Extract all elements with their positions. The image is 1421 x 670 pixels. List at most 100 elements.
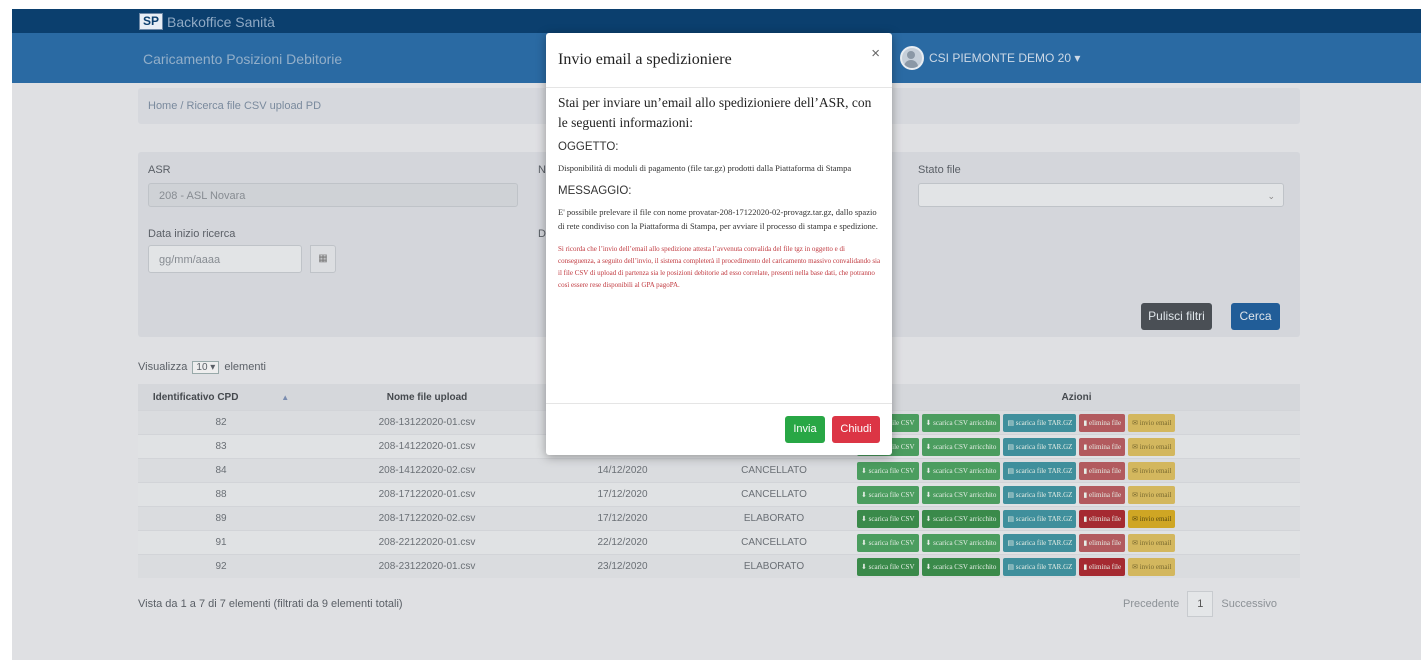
- download-csv-button[interactable]: ⬇ scarica file CSV: [857, 557, 919, 576]
- download-tar-button[interactable]: ▤ scarica file TAR.GZ: [1003, 557, 1077, 576]
- invia-button[interactable]: Invia: [785, 416, 825, 443]
- download-icon: ⬇: [925, 466, 934, 475]
- send-email-button[interactable]: ✉ invio email: [1128, 557, 1176, 576]
- asr-select[interactable]: 208 - ASL Novara: [148, 183, 518, 207]
- delete-file-button[interactable]: ▮ elimina file: [1079, 557, 1126, 576]
- cell-status: CANCELLATO: [695, 530, 853, 555]
- send-email-button[interactable]: ✉ invio email: [1128, 533, 1176, 552]
- download-csv-button[interactable]: ⬇ scarica file CSV: [857, 461, 919, 480]
- send-email-button[interactable]: ✉ invio email: [1128, 437, 1176, 456]
- archive-icon: ▤: [1007, 466, 1016, 475]
- pagination-prev[interactable]: Precedente: [1123, 598, 1179, 610]
- delete-file-button[interactable]: ▮ elimina file: [1079, 437, 1126, 456]
- send-email-button[interactable]: ✉ invio email: [1128, 413, 1176, 432]
- cell-status: CANCELLATO: [695, 458, 853, 483]
- breadcrumb-text[interactable]: Home / Ricerca file CSV upload PD: [148, 100, 321, 112]
- envelope-icon: ✉: [1132, 562, 1140, 571]
- window-frame-top: [0, 0, 1421, 9]
- col-header-id[interactable]: Identificativo CPD ▲: [138, 384, 304, 411]
- cell-actions: ⬇ scarica file CSV⬇ scarica CSV arricchi…: [853, 482, 1300, 507]
- second-filter-label: N: [538, 164, 546, 176]
- download-icon: ⬇: [861, 562, 869, 571]
- download-enriched-csv-button[interactable]: ⬇ scarica CSV arricchito: [921, 485, 1001, 504]
- pagination-next[interactable]: Successivo: [1221, 598, 1277, 610]
- cell-status: ELABORATO: [695, 506, 853, 531]
- cell-status: CANCELLATO: [695, 482, 853, 507]
- email-modal: Invio email a spedizioniere × Stai per i…: [546, 33, 892, 455]
- archive-icon: ▤: [1007, 514, 1016, 523]
- pagination-page[interactable]: 1: [1187, 591, 1214, 617]
- pulisci-filtri-button[interactable]: Pulisci filtri: [1141, 303, 1212, 330]
- cell-actions: ⬇ scarica file CSV⬇ scarica CSV arricchi…: [853, 506, 1300, 531]
- cerca-button[interactable]: Cerca: [1231, 303, 1280, 330]
- modal-body: Stai per inviare un’email allo spedizion…: [558, 93, 883, 291]
- send-email-button[interactable]: ✉ invio email: [1128, 509, 1176, 528]
- sort-asc-icon[interactable]: ▲: [281, 393, 289, 402]
- delete-file-button[interactable]: ▮ elimina file: [1079, 461, 1126, 480]
- cell-date: 23/12/2020: [550, 554, 695, 578]
- download-tar-button[interactable]: ▤ scarica file TAR.GZ: [1003, 437, 1077, 456]
- download-enriched-csv-button[interactable]: ⬇ scarica CSV arricchito: [921, 461, 1001, 480]
- cell-date: 14/12/2020: [550, 458, 695, 483]
- section-title[interactable]: Caricamento Posizioni Debitorie: [143, 51, 342, 67]
- cell-id: 92: [138, 554, 304, 578]
- download-csv-button[interactable]: ⬇ scarica file CSV: [857, 533, 919, 552]
- table-row: 92 208-23122020-01.csv 23/12/2020 ELABORATO…: [138, 554, 1300, 578]
- archive-icon: ▤: [1007, 562, 1016, 571]
- warning-text: Si ricorda che l’invio dell’email allo s…: [558, 245, 881, 289]
- cell-id: 83: [138, 434, 304, 459]
- download-tar-button[interactable]: ▤ scarica file TAR.GZ: [1003, 461, 1077, 480]
- close-icon[interactable]: ×: [871, 45, 880, 62]
- archive-icon: ▤: [1007, 490, 1016, 499]
- download-icon: ⬇: [861, 538, 869, 547]
- modal-title: Invio email a spedizioniere: [558, 51, 732, 68]
- archive-icon: ▤: [1007, 538, 1016, 547]
- download-csv-button[interactable]: ⬇ scarica file CSV: [857, 485, 919, 504]
- download-enriched-csv-button[interactable]: ⬇ scarica CSV arricchito: [921, 413, 1001, 432]
- download-tar-button[interactable]: ▤ scarica file TAR.GZ: [1003, 509, 1077, 528]
- envelope-icon: ✉: [1132, 538, 1140, 547]
- cell-actions: ⬇ scarica file CSV⬇ scarica CSV arricchi…: [853, 410, 1300, 435]
- cell-file: 208-17122020-01.csv: [304, 482, 550, 507]
- col-header-file[interactable]: Nome file upload: [304, 384, 550, 411]
- archive-icon: ▤: [1007, 442, 1016, 451]
- delete-file-button[interactable]: ▮ elimina file: [1079, 533, 1126, 552]
- calendar-icon[interactable]: ▦: [310, 245, 336, 273]
- envelope-icon: ✉: [1132, 466, 1140, 475]
- table-row: 89 208-17122020-02.csv 17/12/2020 ELABORATO…: [138, 506, 1300, 531]
- envelope-icon: ✉: [1132, 418, 1140, 427]
- brand[interactable]: SP Backoffice Sanità: [139, 13, 275, 30]
- chevron-down-icon: ⌄: [1267, 191, 1275, 201]
- send-email-button[interactable]: ✉ invio email: [1128, 461, 1176, 480]
- download-icon: ⬇: [925, 442, 934, 451]
- download-tar-button[interactable]: ▤ scarica file TAR.GZ: [1003, 533, 1077, 552]
- stato-file-select[interactable]: ⌄: [918, 183, 1284, 207]
- download-tar-button[interactable]: ▤ scarica file TAR.GZ: [1003, 413, 1077, 432]
- download-enriched-csv-button[interactable]: ⬇ scarica CSV arricchito: [921, 557, 1001, 576]
- download-icon: ⬇: [925, 562, 934, 571]
- cell-id: 91: [138, 530, 304, 555]
- envelope-icon: ✉: [1132, 490, 1140, 499]
- page-size-select[interactable]: 10 ▾: [192, 361, 220, 374]
- delete-file-button[interactable]: ▮ elimina file: [1079, 413, 1126, 432]
- top-navbar: SP Backoffice Sanità: [12, 9, 1421, 33]
- chiudi-button[interactable]: Chiudi: [832, 416, 880, 443]
- data-inizio-input[interactable]: gg/mm/aaaa: [148, 245, 302, 273]
- user-menu[interactable]: CSI PIEMONTE DEMO 20 ▾: [900, 46, 1080, 70]
- delete-file-button[interactable]: ▮ elimina file: [1079, 485, 1126, 504]
- download-enriched-csv-button[interactable]: ⬇ scarica CSV arricchito: [921, 509, 1001, 528]
- download-enriched-csv-button[interactable]: ⬇ scarica CSV arricchito: [921, 533, 1001, 552]
- show-suffix: elementi: [224, 361, 266, 373]
- send-email-button[interactable]: ✉ invio email: [1128, 485, 1176, 504]
- cell-status: ELABORATO: [695, 554, 853, 578]
- download-icon: ⬇: [861, 514, 869, 523]
- download-tar-button[interactable]: ▤ scarica file TAR.GZ: [1003, 485, 1077, 504]
- download-enriched-csv-button[interactable]: ⬇ scarica CSV arricchito: [921, 437, 1001, 456]
- download-csv-button[interactable]: ⬇ scarica file CSV: [857, 509, 919, 528]
- cell-date: 22/12/2020: [550, 530, 695, 555]
- delete-file-button[interactable]: ▮ elimina file: [1079, 509, 1126, 528]
- download-icon: ⬇: [925, 538, 934, 547]
- asr-label: ASR: [148, 164, 171, 176]
- cell-date: 17/12/2020: [550, 506, 695, 531]
- avatar-icon: [900, 46, 924, 70]
